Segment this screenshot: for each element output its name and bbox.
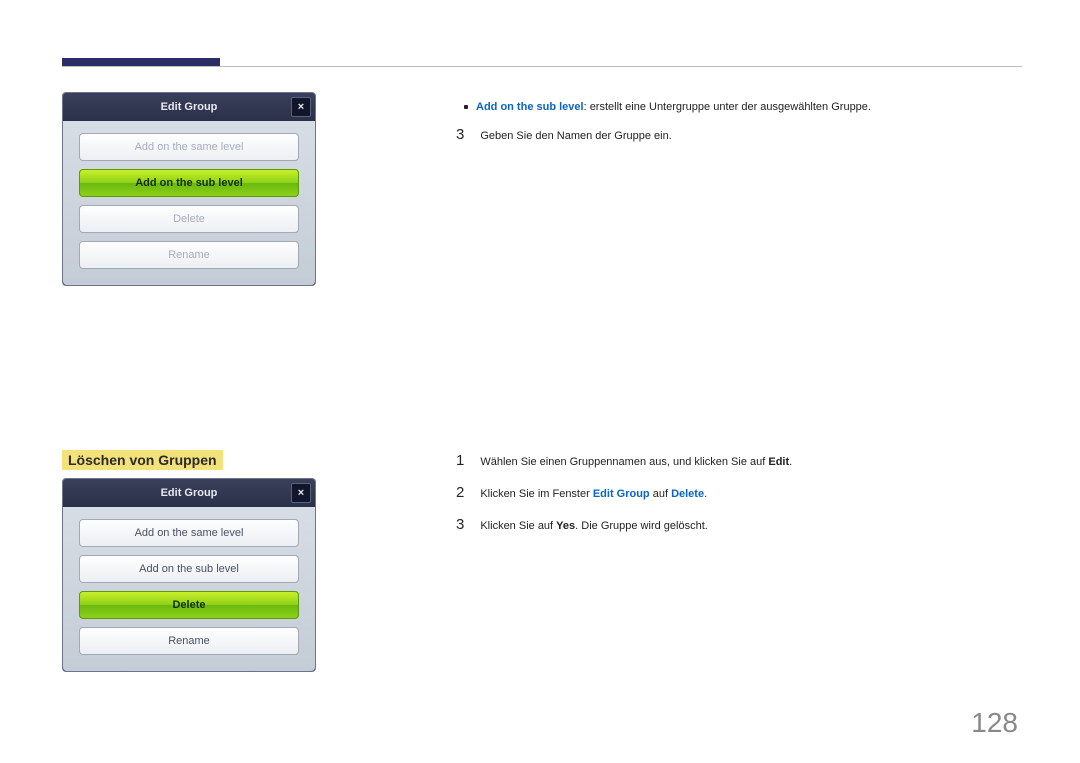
step-2-click-delete: 2 Klicken Sie im Fenster Edit Group auf … [456, 484, 707, 501]
bullet-text: Add on the sub level: erstellt eine Unte… [476, 101, 871, 113]
step-number: 2 [456, 484, 464, 501]
step-text-2: . Die Gruppe wird gelöscht. [575, 520, 708, 532]
step-text: Wählen Sie einen Gruppennamen aus, und k… [480, 456, 792, 468]
step-text-1: Klicken Sie auf [480, 520, 556, 532]
rename-button[interactable]: Rename [79, 241, 299, 269]
step-number: 3 [456, 516, 464, 533]
section-heading-delete-groups: Löschen von Gruppen [62, 450, 223, 470]
step-text-bold2: Delete [671, 488, 704, 500]
add-sub-level-button[interactable]: Add on the sub level [79, 555, 299, 583]
step-1-select-group: 1 Wählen Sie einen Gruppennamen aus, und… [456, 452, 792, 469]
page-number: 128 [971, 707, 1018, 739]
add-same-level-button[interactable]: Add on the same level [79, 519, 299, 547]
dialog-title: Edit Group [161, 101, 218, 113]
edit-group-dialog-sub: Edit Group × Add on the same level Add o… [62, 92, 316, 286]
dialog-titlebar: Edit Group × [63, 479, 315, 507]
step-text: Klicken Sie im Fenster Edit Group auf De… [480, 488, 707, 500]
step-text-bold: Edit [768, 456, 789, 468]
step-text-post: . [789, 456, 792, 468]
bullet-add-sub-level: Add on the sub level: erstellt eine Unte… [464, 101, 871, 113]
step-enter-group-name: 3 Geben Sie den Namen der Gruppe ein. [456, 126, 672, 143]
bullet-label: Add on the sub level [476, 101, 584, 113]
step-text: Klicken Sie auf Yes. Die Gruppe wird gel… [480, 520, 707, 532]
step-text-bold1: Edit Group [593, 488, 650, 500]
delete-button[interactable]: Delete [79, 205, 299, 233]
edit-group-dialog-delete: Edit Group × Add on the same level Add o… [62, 478, 316, 672]
header-rule [62, 66, 1022, 67]
step-text-3: . [704, 488, 707, 500]
delete-button[interactable]: Delete [79, 591, 299, 619]
dialog-body: Add on the same level Add on the sub lev… [63, 507, 315, 671]
step-text-2: auf [650, 488, 671, 500]
add-sub-level-button[interactable]: Add on the sub level [79, 169, 299, 197]
step-number: 3 [456, 126, 464, 143]
step-number: 1 [456, 452, 464, 469]
add-same-level-button[interactable]: Add on the same level [79, 133, 299, 161]
bullet-desc: : erstellt eine Untergruppe unter der au… [584, 101, 871, 113]
dialog-body: Add on the same level Add on the sub lev… [63, 121, 315, 285]
bullet-icon [464, 105, 468, 109]
step-text-pre: Wählen Sie einen Gruppennamen aus, und k… [480, 456, 768, 468]
rename-button[interactable]: Rename [79, 627, 299, 655]
dialog-title: Edit Group [161, 487, 218, 499]
step-text-1: Klicken Sie im Fenster [480, 488, 592, 500]
step-text: Geben Sie den Namen der Gruppe ein. [480, 130, 671, 142]
step-3-confirm-yes: 3 Klicken Sie auf Yes. Die Gruppe wird g… [456, 516, 708, 533]
dialog-titlebar: Edit Group × [63, 93, 315, 121]
header-accent-bar [62, 58, 220, 66]
close-icon[interactable]: × [291, 483, 311, 503]
close-icon[interactable]: × [291, 97, 311, 117]
step-text-bold: Yes [556, 520, 575, 532]
